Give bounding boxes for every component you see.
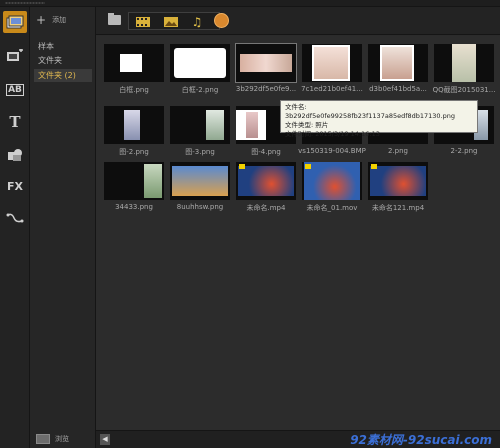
media-thumbnail: [170, 162, 230, 200]
media-caption: 3b292df5e0fe9...: [235, 85, 297, 93]
transition-icon[interactable]: AB: [3, 79, 27, 101]
media-thumbnail: [302, 162, 362, 200]
media-caption: 未命名121.mp4: [371, 204, 425, 212]
media-grid: 白框.png 白框-2.png 3b292df5e0fe9... 7c1ed21…: [96, 36, 500, 430]
media-caption: 白框-2.png: [181, 86, 219, 94]
media-filter-group: ♫: [128, 12, 220, 30]
media-item[interactable]: QQ截图2015031...: [430, 40, 498, 98]
tooltip-filetype: 文件类型: 照片: [285, 121, 329, 129]
media-caption: QQ截图2015031...: [432, 86, 496, 94]
media-thumbnail: [235, 43, 297, 83]
title-icon[interactable]: T: [3, 111, 27, 133]
instant-project-icon[interactable]: [3, 45, 27, 67]
nav-item-folder-2[interactable]: 文件夹 (2): [34, 69, 92, 82]
media-caption: 34433.png: [115, 203, 153, 211]
media-item[interactable]: 8uuhhsw.png: [166, 158, 234, 216]
filter-label: FX: [7, 179, 23, 193]
media-caption: 2-2.png: [450, 147, 478, 155]
transition-label: AB: [6, 84, 24, 96]
folder-icon[interactable]: [108, 13, 121, 25]
collapse-left-icon[interactable]: ◀: [100, 434, 110, 445]
sort-clock-icon[interactable]: [214, 13, 229, 28]
media-caption: 未命名.mp4: [246, 204, 286, 212]
media-caption: 7c1ed21b0ef41...: [301, 85, 363, 93]
media-item[interactable]: 34433.png: [100, 158, 168, 216]
browse-icon: [36, 434, 50, 444]
media-thumbnail: [104, 44, 164, 82]
media-item[interactable]: 未命名.mp4: [232, 158, 300, 216]
media-thumbnail: [368, 162, 428, 200]
library-toolbar: ♫: [96, 7, 500, 35]
media-caption: 图-3.png: [185, 148, 215, 156]
media-library-icon[interactable]: [3, 11, 27, 33]
media-thumbnail: [236, 162, 296, 200]
media-item[interactable]: 未命名_01.mov: [298, 158, 366, 216]
media-caption: 图-4.png: [251, 148, 281, 156]
media-thumbnail: [302, 44, 362, 82]
media-caption: 白框.png: [119, 86, 149, 94]
browse-button[interactable]: 浏览: [36, 434, 69, 444]
task-rail: AB T FX: [0, 7, 30, 448]
media-caption: 未命名_01.mov: [306, 204, 358, 212]
add-folder-button[interactable]: + 添加: [36, 13, 67, 27]
tooltip-filename: 文件名: 3b292df5e0fe99258fb23f1137a85edf8db…: [285, 103, 456, 120]
media-thumbnail: [170, 44, 230, 82]
media-thumbnail: [170, 106, 230, 144]
title-label: T: [9, 113, 21, 131]
media-thumbnail: [434, 44, 494, 82]
audio-filter-icon[interactable]: ♫: [189, 15, 205, 29]
plus-icon: +: [36, 13, 47, 27]
library-nav: + 添加 样本 文件夹 文件夹 (2) 浏览: [30, 7, 96, 448]
media-item[interactable]: 白框.png: [100, 40, 168, 98]
media-item[interactable]: 图-2.png: [100, 102, 168, 160]
watermark: 92素材网-92sucai.com: [350, 433, 492, 447]
bottom-bar: ◀ 92素材网-92sucai.com: [96, 430, 500, 448]
graphic-icon[interactable]: [3, 144, 27, 166]
media-item[interactable]: 7c1ed21b0ef41...: [298, 40, 366, 98]
photo-filter-icon[interactable]: [163, 15, 179, 28]
video-filter-icon[interactable]: [135, 15, 151, 28]
media-item[interactable]: 3b292df5e0fe9...: [232, 40, 300, 98]
media-caption: 2.png: [387, 147, 408, 155]
media-item[interactable]: 未命名121.mp4: [364, 158, 432, 216]
add-label: 添加: [52, 16, 67, 24]
nav-item-samples[interactable]: 样本: [34, 40, 92, 53]
media-item[interactable]: 图-3.png: [166, 102, 234, 160]
media-item[interactable]: d3b0ef41bd5a...: [364, 40, 432, 98]
file-info-tooltip: 文件名: 3b292df5e0fe99258fb23f1137a85edf8db…: [280, 100, 478, 138]
title-grip[interactable]: [0, 0, 500, 7]
media-item[interactable]: 白框-2.png: [166, 40, 234, 98]
browse-label: 浏览: [55, 435, 69, 443]
media-caption: 8uuhhsw.png: [176, 203, 224, 211]
media-caption: 图-2.png: [119, 148, 149, 156]
path-icon[interactable]: [3, 207, 27, 229]
tooltip-filetime: 文件时间: 2015/3/19 14:16:13: [285, 130, 380, 138]
filter-icon[interactable]: FX: [3, 175, 27, 197]
nav-item-folder[interactable]: 文件夹: [34, 54, 92, 67]
media-thumbnail: [104, 162, 164, 200]
media-thumbnail: [104, 106, 164, 144]
media-caption: vs150319-004.BMP: [298, 147, 366, 155]
media-thumbnail: [368, 44, 428, 82]
media-caption: d3b0ef41bd5a...: [369, 85, 427, 93]
